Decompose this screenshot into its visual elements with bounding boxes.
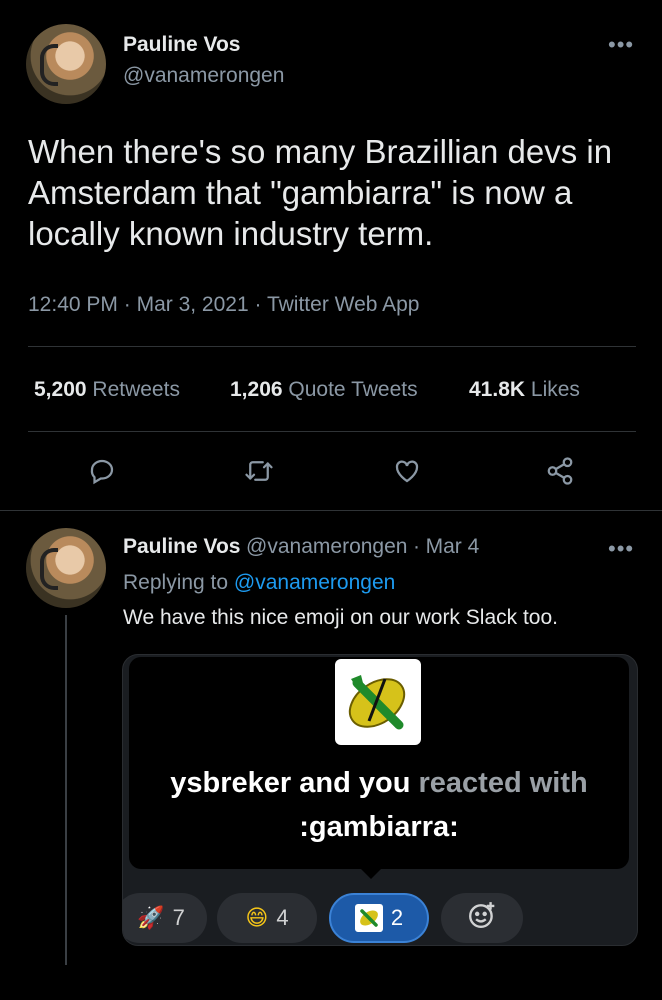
reply-author-handle[interactable]: @vanamerongen	[246, 535, 407, 558]
like-icon[interactable]	[392, 456, 422, 486]
tweet-meta: 12:40 PM · Mar 3, 2021 · Twitter Web App	[28, 293, 420, 317]
more-options-icon[interactable]: •••	[608, 34, 634, 56]
divider	[28, 431, 636, 432]
gambiarra-icon	[354, 904, 383, 932]
author-avatar[interactable]	[26, 24, 106, 104]
headset-detail	[40, 548, 58, 590]
replying-to-handle-link[interactable]: @vanamerongen	[234, 571, 395, 594]
tweet-text: When there's so many Brazillian devs in …	[28, 133, 613, 252]
reaction-count: 7	[172, 905, 185, 930]
tooltip-reacted: reacted with	[418, 767, 588, 799]
reply-author-avatar[interactable]	[26, 528, 106, 608]
likes-count: 41.8K	[469, 378, 526, 401]
reply-header: Pauline Vos @vanamerongen · Mar 4	[123, 535, 479, 559]
reply-author-name[interactable]: Pauline Vos	[123, 535, 240, 558]
reply-icon[interactable]	[87, 456, 117, 486]
reaction-count: 2	[390, 905, 404, 930]
rocket-icon: 🚀	[137, 905, 165, 931]
reply-separator: ·	[413, 535, 421, 558]
meta-separator: ·	[254, 293, 262, 316]
share-icon[interactable]	[545, 456, 575, 486]
divider	[28, 346, 636, 347]
retweets-count: 5,200	[34, 378, 87, 401]
replying-to: Replying to @vanamerongen	[123, 571, 395, 595]
author-handle[interactable]: @vanamerongen	[123, 64, 284, 88]
quote-tweets-count: 1,206	[230, 378, 283, 401]
tweet-source[interactable]: Twitter Web App	[267, 293, 420, 316]
tooltip-emoji-name: :gambiarra:	[299, 811, 459, 843]
slack-screenshot-image[interactable]: ysbreker and you reacted with :gambiarra…	[122, 654, 638, 946]
headset-detail	[40, 44, 58, 86]
reaction-rocket[interactable]: 🚀 7	[123, 893, 207, 943]
tweet-time[interactable]: 12:40 PM	[28, 293, 118, 316]
gambiarra-emoji-large	[335, 659, 421, 745]
tooltip-names: ysbreker and you	[170, 767, 411, 799]
retweets-label: Retweets	[92, 378, 180, 401]
meta-separator: ·	[123, 293, 131, 316]
reaction-tooltip: ysbreker and you reacted with :gambiarra…	[129, 657, 629, 869]
add-reaction-icon	[467, 900, 497, 936]
tweet-date[interactable]: Mar 3, 2021	[137, 293, 249, 316]
reply-text: We have this nice emoji on our work Slac…	[123, 606, 558, 629]
grin-icon: 😄	[245, 905, 269, 931]
likes-label: Likes	[530, 378, 580, 401]
quote-tweets-label: Quote Tweets	[288, 378, 418, 401]
retweets-stat[interactable]: 5,200 Retweets	[34, 378, 180, 402]
section-divider	[0, 510, 662, 511]
retweet-icon[interactable]	[244, 456, 274, 486]
thread-line	[65, 615, 67, 965]
tooltip-pointer	[359, 867, 383, 879]
reply-date[interactable]: Mar 4	[426, 535, 480, 558]
tooltip-text: ysbreker and you reacted with :gambiarra…	[129, 761, 629, 849]
replying-to-prefix: Replying to	[123, 571, 229, 594]
likes-stat[interactable]: 41.8K Likes	[469, 378, 580, 402]
author-name[interactable]: Pauline Vos	[123, 33, 240, 57]
reaction-grin[interactable]: 😄 4	[217, 893, 317, 943]
reply-more-options-icon[interactable]: •••	[608, 538, 634, 560]
quote-tweets-stat[interactable]: 1,206 Quote Tweets	[230, 378, 418, 402]
reaction-gambiarra[interactable]: 2	[329, 893, 429, 943]
add-reaction-button[interactable]	[441, 893, 523, 943]
reaction-count: 4	[276, 905, 289, 930]
